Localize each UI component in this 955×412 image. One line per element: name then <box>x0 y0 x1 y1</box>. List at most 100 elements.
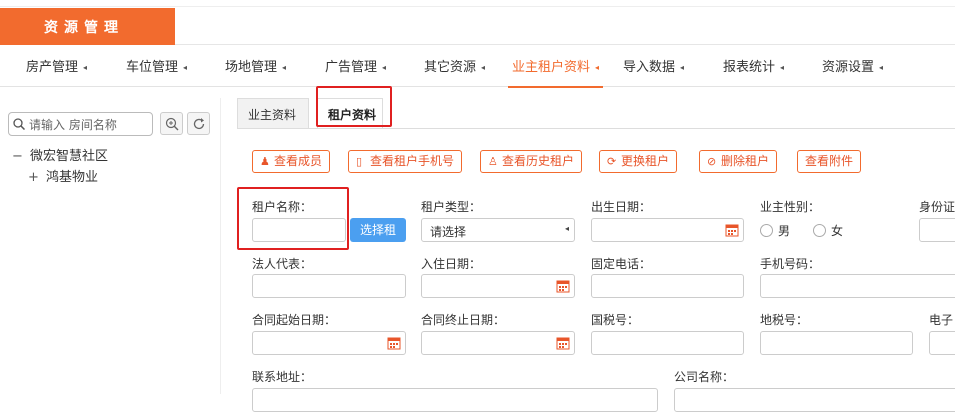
button-label: 查看租户手机号 <box>370 154 455 168</box>
menu-label: 场地管理 <box>225 60 278 75</box>
menu-label: 车位管理 <box>126 60 179 75</box>
contract-end-label: 合同终止日期： <box>421 313 506 327</box>
caret-left-icon: ◂ <box>595 63 600 72</box>
menu-label: 房产管理 <box>26 60 79 75</box>
menu-item-ads[interactable]: 广告管理 ◂ <box>325 52 386 86</box>
caret-left-icon: ◂ <box>680 63 685 72</box>
caret-left-icon: ◂ <box>183 63 188 72</box>
collapse-toggle[interactable]: − <box>12 149 30 164</box>
button-label: 更换租户 <box>621 154 670 168</box>
checkin-date-label: 入住日期： <box>421 257 482 271</box>
menu-label: 导入数据 <box>623 60 676 75</box>
top-strip <box>0 0 955 7</box>
caret-left-icon: ◂ <box>481 63 486 72</box>
view-tenant-phone-button[interactable]: ▯ 查看租户手机号 <box>348 150 463 173</box>
history-user-icon: ♙ <box>488 155 498 168</box>
menu-item-settings[interactable]: 资源设置 ◂ <box>822 52 883 86</box>
menu-item-other-resources[interactable]: 其它资源 ◂ <box>424 52 485 86</box>
radio-circle <box>813 224 826 237</box>
calendar-icon <box>387 337 401 350</box>
tenant-type-label: 租户类型： <box>421 200 482 214</box>
mobile-field[interactable] <box>760 274 955 298</box>
tree-node-property[interactable]: + 鸿基物业 <box>28 166 98 185</box>
tenant-name-field[interactable] <box>252 218 346 242</box>
checkin-date-field[interactable] <box>421 274 575 298</box>
caret-left-icon: ◂ <box>564 224 569 233</box>
local-tax-label: 地税号： <box>760 313 809 327</box>
button-label: 查看成员 <box>274 154 323 168</box>
phone-icon: ▯ <box>356 155 363 168</box>
change-tenant-button[interactable]: ⟳ 更换租户 <box>599 150 678 173</box>
caret-left-icon: ◂ <box>83 63 88 72</box>
zoom-in-icon <box>165 117 179 131</box>
mobile-label: 手机号码： <box>760 257 821 271</box>
select-tenant-button[interactable]: 选择租 <box>350 218 406 242</box>
tab-owner-info[interactable]: 业主资料 <box>237 98 309 128</box>
view-members-button[interactable]: ♟ 查看成员 <box>252 150 331 173</box>
gender-radio-female[interactable]: 女 <box>813 222 843 239</box>
button-label: 查看附件 <box>805 154 854 168</box>
calendar-icon <box>725 224 739 237</box>
radio-circle <box>760 224 773 237</box>
button-label: 删除租户 <box>721 154 770 168</box>
search-icon <box>13 118 25 130</box>
tab-divider <box>237 128 955 129</box>
refresh-icon <box>193 118 205 130</box>
refresh-button[interactable] <box>187 112 210 135</box>
contract-start-field[interactable] <box>252 331 406 355</box>
tab-tenant-info[interactable]: 租户资料 <box>317 98 383 128</box>
legal-rep-label: 法人代表： <box>252 257 313 271</box>
address-label: 联系地址： <box>252 370 313 384</box>
tree-node-label: 微宏智慧社区 <box>30 149 109 164</box>
menu-item-reports[interactable]: 报表统计 ◂ <box>723 52 784 86</box>
calendar-icon <box>556 280 570 293</box>
gender-label: 业主性别： <box>760 200 821 214</box>
tree-node-community[interactable]: − 微宏智慧社区 <box>12 145 108 164</box>
caret-left-icon: ◂ <box>780 63 785 72</box>
delete-icon: ⊘ <box>707 155 717 168</box>
caret-left-icon: ◂ <box>282 63 287 72</box>
birth-date-field[interactable] <box>591 218 744 242</box>
main-menu: 房产管理 ◂ 车位管理 ◂ 场地管理 ◂ 广告管理 ◂ 其它资源 ◂ 业主租户资料 ◂ 导入… <box>0 52 955 88</box>
room-search-input[interactable] <box>27 115 153 135</box>
id-card-field[interactable] <box>919 218 955 242</box>
local-tax-field[interactable] <box>760 331 913 355</box>
tree-node-label: 鸿基物业 <box>46 170 99 185</box>
gender-radio-male[interactable]: 男 <box>760 222 790 239</box>
email-label: 电子 <box>929 313 954 327</box>
delete-tenant-button[interactable]: ⊘ 删除租户 <box>699 150 778 173</box>
company-field[interactable] <box>674 388 955 412</box>
menu-label: 报表统计 <box>723 60 776 75</box>
contract-end-field[interactable] <box>421 331 575 355</box>
zoom-search-button[interactable] <box>160 112 183 135</box>
tenant-name-label: 租户名称： <box>252 200 313 214</box>
radio-label: 男 <box>778 224 791 238</box>
sidebar <box>0 98 221 394</box>
expand-toggle[interactable]: + <box>28 170 46 185</box>
fixed-phone-label: 固定电话： <box>591 257 652 271</box>
national-tax-field[interactable] <box>591 331 744 355</box>
app-title: 资源管理 <box>0 8 175 45</box>
menu-item-house[interactable]: 房产管理 ◂ <box>26 52 87 86</box>
address-field[interactable] <box>252 388 658 412</box>
menu-item-venue[interactable]: 场地管理 ◂ <box>225 52 286 86</box>
swap-icon: ⟳ <box>607 155 617 168</box>
tenant-type-value: 请选择 <box>430 225 467 239</box>
menu-item-import[interactable]: 导入数据 ◂ <box>623 52 684 86</box>
national-tax-label: 国税号： <box>591 313 640 327</box>
id-card-label: 身份证 <box>919 200 955 214</box>
tenant-type-select[interactable]: 请选择 ◂ <box>421 218 575 242</box>
caret-left-icon: ◂ <box>879 63 884 72</box>
email-field[interactable] <box>929 331 955 355</box>
menu-label: 资源设置 <box>822 60 875 75</box>
view-attachments-button[interactable]: 查看附件 <box>797 150 862 173</box>
radio-label: 女 <box>831 224 844 238</box>
menu-item-parking[interactable]: 车位管理 ◂ <box>126 52 187 86</box>
fixed-phone-field[interactable] <box>591 274 744 298</box>
view-history-tenants-button[interactable]: ♙ 查看历史租户 <box>480 150 583 173</box>
contract-start-label: 合同起始日期： <box>252 313 337 327</box>
legal-rep-field[interactable] <box>252 274 406 298</box>
caret-left-icon: ◂ <box>382 63 387 72</box>
company-label: 公司名称： <box>674 370 735 384</box>
menu-item-owner-tenant[interactable]: 业主租户资料 ◂ <box>508 52 604 88</box>
